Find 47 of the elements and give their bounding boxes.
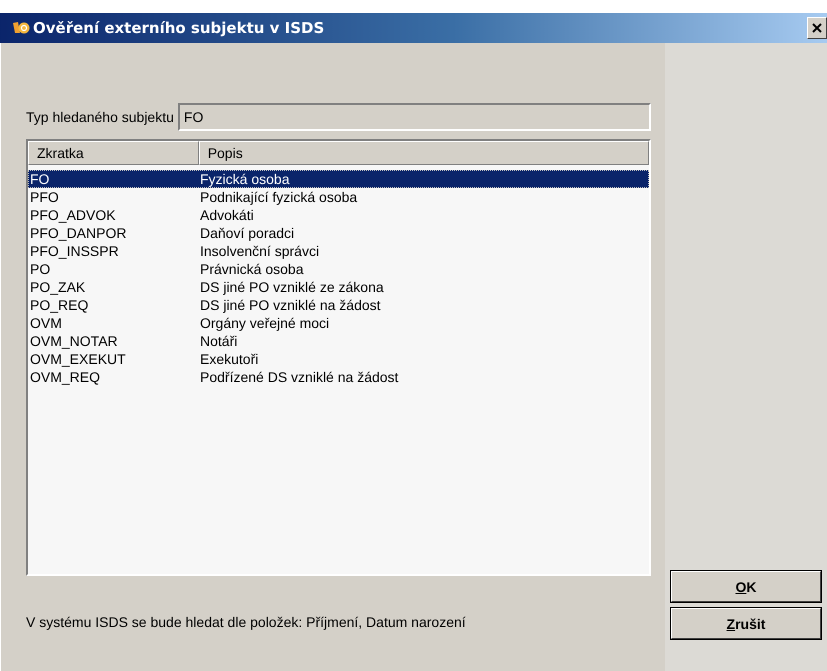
code-cell-text: PFO_ADVOK [29,207,117,223]
list-row[interactable]: PO_ZAK DS jiné PO vzniklé ze zákona [28,278,649,296]
code-cell-text: PO_REQ [29,297,90,313]
window-title: Ověření externího subjektu v ISDS [33,19,324,37]
description-cell: DS jiné PO vzniklé na žádost [200,297,381,313]
description-cell: Fyzická osoba [200,171,290,187]
close-icon [812,23,822,33]
description-cell: Daňoví poradci [200,225,294,241]
list-row[interactable]: PFO_DANPOR Daňoví poradci [28,224,649,242]
description-cell: Podřízené DS vzniklé na žádost [200,369,398,385]
description-cell: Podnikající fyzická osoba [200,189,358,205]
code-cell-text: PFO_DANPOR [29,225,128,241]
code-cell-text: PO_ZAK [29,279,86,295]
description-cell: Právnická osoba [200,261,304,277]
list-row[interactable]: OVM_REQ Podřízené DS vzniklé na žádost [28,368,649,386]
list-row[interactable]: FO Fyzická osoba [28,170,649,188]
description-cell: Exekutoři [200,351,258,367]
code-cell-text: OVM_REQ [29,369,102,385]
code-cell-text: PFO_INSSPR [29,243,120,259]
code-cell-text: OVM [29,315,63,331]
description-cell: Notáři [200,333,238,349]
list-row[interactable]: OVM_EXEKUT Exekutoři [28,350,649,368]
description-cell: Insolvenční správci [200,243,320,259]
list-row[interactable]: PFO_ADVOK Advokáti [28,206,649,224]
list-row[interactable]: PFO_INSSPR Insolvenční správci [28,242,649,260]
description-cell: Orgány veřejné moci [200,315,330,331]
dialog-button[interactable]: Zrušit [670,607,822,640]
type-field: FO [178,103,651,131]
column-header[interactable]: Popis [198,141,649,165]
close-button[interactable] [807,17,827,39]
description-cell: DS jiné PO vzniklé ze zákona [200,279,384,295]
list-row[interactable]: PO Právnická osoba [28,260,649,278]
list-row[interactable]: PO_REQ DS jiné PO vzniklé na žádost [28,296,649,314]
subject-list[interactable] [26,139,651,576]
code-cell-text: OVM_EXEKUT [29,351,127,367]
code-cell-text: OVM_NOTAR [29,333,119,349]
code-cell-text: FO [29,171,50,187]
list-row[interactable]: OVM_NOTAR Notáři [28,332,649,350]
column-header[interactable]: Zkratka [28,141,199,165]
info-text: V systému ISDS se bude hledat dle položek: Příjmení, Datum narození [26,614,467,630]
list-row[interactable]: PFO Podnikající fyzická osoba [28,188,649,206]
field-label: Typ hledaného subjektu [26,109,174,125]
dialog-button[interactable]: OK [670,570,822,603]
code-cell-text: PFO [29,189,60,205]
list-row[interactable]: OVM Orgány veřejné moci [28,314,649,332]
description-cell: Advokáti [200,207,254,223]
code-cell-text: PO [29,261,52,277]
